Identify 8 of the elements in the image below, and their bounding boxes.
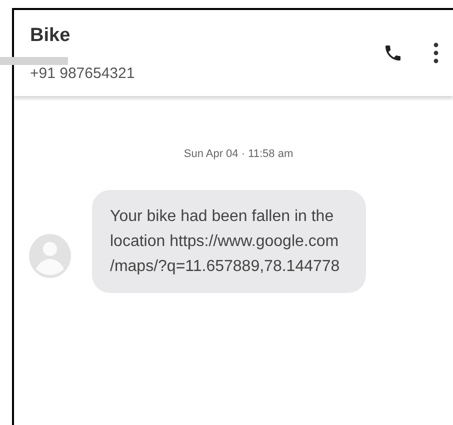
avatar-icon	[28, 233, 72, 279]
more-options-icon[interactable]	[433, 42, 439, 64]
contact-name: Bike	[30, 24, 72, 46]
message-timestamp: Sun Apr 04 · 11:58 am	[184, 148, 294, 160]
phone-icon[interactable]	[383, 43, 403, 63]
contact-number: +91 987654321	[30, 64, 136, 82]
overlay-bar	[0, 57, 68, 65]
message-bubble: Your bike had been fallen in the location https://www.google.com /maps/?q=11.657889,78.144778	[92, 190, 366, 293]
